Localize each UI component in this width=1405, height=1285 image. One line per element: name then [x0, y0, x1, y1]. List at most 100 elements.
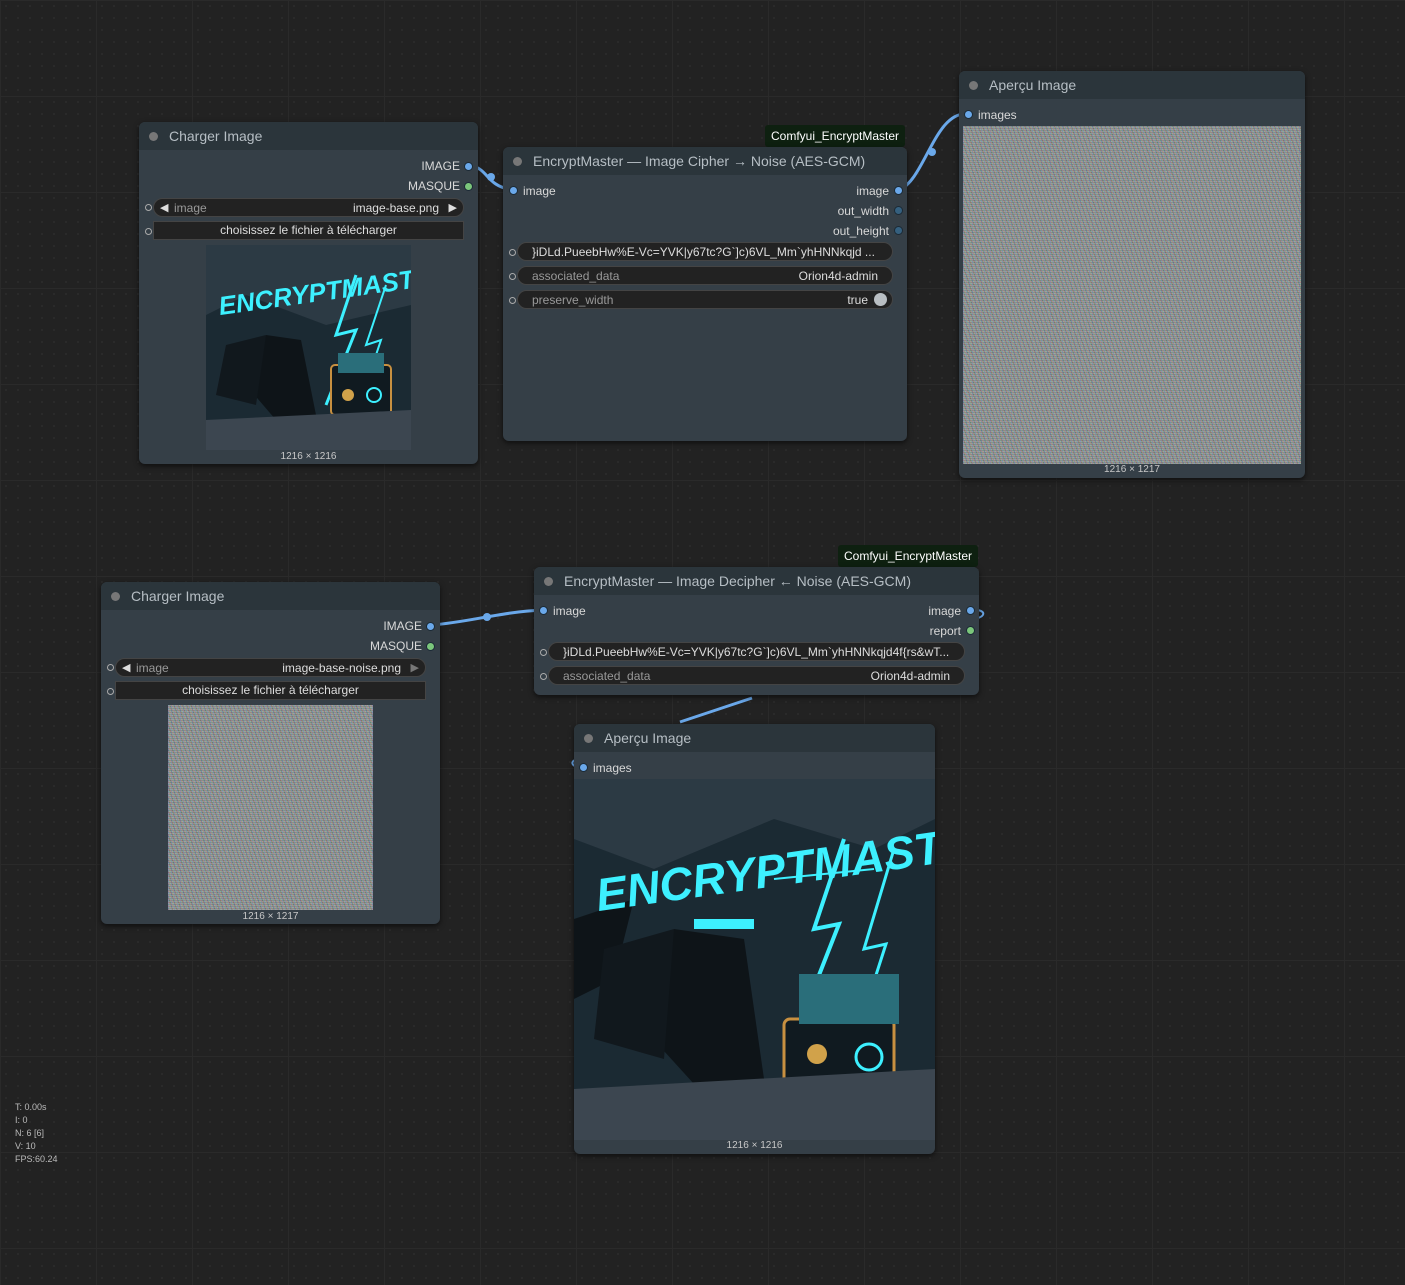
preserve-width-toggle[interactable]: preserve_width true — [517, 290, 893, 309]
output-mask-slot[interactable] — [464, 182, 473, 191]
image-select[interactable]: ◀ image image-base-noise.png ▶ — [115, 658, 426, 677]
node-load-image-2[interactable]: Charger Image IMAGE MASQUE ◀ image image… — [101, 582, 440, 924]
widget-input-dot[interactable] — [509, 297, 516, 304]
node-title-bar[interactable]: Aperçu Image — [959, 71, 1305, 99]
image-size-caption: 1216 × 1217 — [1104, 464, 1160, 475]
widget-input-dot[interactable] — [509, 273, 516, 280]
node-title: Charger Image — [131, 588, 225, 604]
output-width-slot[interactable] — [894, 206, 903, 215]
widget-input-dot[interactable] — [107, 664, 114, 671]
node-badge: Comfyui_EncryptMaster — [838, 545, 979, 567]
output-height-label: out_height — [832, 224, 889, 238]
output-report-label: report — [929, 624, 961, 638]
node-title: Aperçu Image — [604, 730, 692, 746]
preview-image: ENCRYPTMASTER — [206, 245, 411, 450]
widget-input-dot[interactable] — [145, 204, 152, 211]
node-preview-image-2[interactable]: Aperçu Image images ENCRYPTMASTER 1216 ×… — [574, 724, 935, 1154]
collapse-dot-icon[interactable] — [149, 132, 158, 141]
stat-fps: FPS:60.24 — [15, 1154, 58, 1164]
preview-decrypted-image: ENCRYPTMASTER — [574, 779, 935, 1140]
widget-value: Orion4d-admin — [870, 669, 950, 683]
output-mask-label: MASQUE — [407, 179, 460, 193]
toggle-knob-icon[interactable] — [874, 293, 887, 306]
widget-label: preserve_width — [532, 293, 614, 307]
widget-input-dot[interactable] — [540, 673, 547, 680]
stat-v: V: 10 — [15, 1141, 36, 1151]
output-height-slot[interactable] — [894, 226, 903, 235]
node-title-bar[interactable]: Charger Image — [101, 582, 440, 610]
key-field[interactable]: }iDLd.PueebHw%E-Vc=YVK|y67tc?G`]c)6VL_Mm… — [548, 642, 965, 661]
input-image-label: image — [523, 184, 556, 198]
key-value: }iDLd.PueebHw%E-Vc=YVK|y67tc?G`]c)6VL_Mm… — [532, 245, 875, 259]
upload-button[interactable]: choisissez le fichier à télécharger — [153, 221, 464, 240]
collapse-dot-icon[interactable] — [969, 81, 978, 90]
image-size-caption: 1216 × 1216 — [280, 451, 337, 462]
input-image-label: image — [553, 604, 586, 618]
image-size-caption: 1216 × 1217 — [242, 911, 299, 922]
node-title: EncryptMaster — Image Decipher ← Noise (… — [564, 573, 911, 589]
stat-nodes: N: 6 [6] — [15, 1128, 45, 1138]
artwork-svg: ENCRYPTMASTER — [574, 779, 935, 1140]
widget-label: image — [174, 201, 207, 215]
input-images-slot[interactable] — [964, 110, 973, 119]
input-images-label: images — [593, 761, 632, 775]
node-load-image-1[interactable]: Charger Image IMAGE MASQUE ◀ image image… — [139, 122, 478, 464]
node-title-bar[interactable]: Charger Image — [139, 122, 478, 150]
widget-value: Orion4d-admin — [798, 269, 878, 283]
node-title-bar[interactable]: EncryptMaster — Image Decipher ← Noise (… — [534, 567, 979, 595]
key-field[interactable]: }iDLd.PueebHw%E-Vc=YVK|y67tc?G`]c)6VL_Mm… — [517, 242, 893, 261]
associated-data-field[interactable]: associated_data Orion4d-admin — [548, 666, 965, 685]
collapse-dot-icon[interactable] — [111, 592, 120, 601]
widget-input-dot[interactable] — [509, 249, 516, 256]
widget-input-dot[interactable] — [540, 649, 547, 656]
collapse-dot-icon[interactable] — [584, 734, 593, 743]
node-image-cipher[interactable]: EncryptMaster — Image Cipher → Noise (AE… — [503, 147, 907, 441]
node-title-bar[interactable]: Aperçu Image — [574, 724, 935, 752]
output-image-label: IMAGE — [383, 619, 422, 633]
collapse-dot-icon[interactable] — [513, 157, 522, 166]
image-select[interactable]: ◀ image image-base.png ▶ — [153, 198, 464, 217]
arrow-right-icon[interactable]: ▶ — [411, 661, 419, 674]
output-width-label: out_width — [837, 204, 889, 218]
arrow-left-icon[interactable]: ◀ — [122, 661, 130, 674]
output-mask-slot[interactable] — [426, 642, 435, 651]
image-size-caption: 1216 × 1216 — [726, 1140, 783, 1151]
upload-button[interactable]: choisissez le fichier à télécharger — [115, 681, 426, 700]
stat-i: I: 0 — [15, 1115, 28, 1125]
widget-input-dot[interactable] — [107, 688, 114, 695]
output-image-slot[interactable] — [894, 186, 903, 195]
key-value: }iDLd.PueebHw%E-Vc=YVK|y67tc?G`]c)6VL_Mm… — [563, 645, 950, 659]
output-image-slot[interactable] — [464, 162, 473, 171]
widget-label: image — [136, 661, 169, 675]
node-title: EncryptMaster — Image Cipher → Noise (AE… — [533, 153, 866, 169]
widget-value: true — [847, 293, 868, 307]
node-badge: Comfyui_EncryptMaster — [765, 125, 906, 147]
widget-label: associated_data — [532, 269, 620, 283]
arrow-left-icon[interactable]: ◀ — [160, 201, 168, 214]
stat-time: T: 0.00s — [15, 1102, 47, 1112]
output-image-label: image — [928, 604, 961, 618]
render-stats: T: 0.00s I: 0 N: 6 [6] V: 10 FPS:60.24 — [15, 1101, 58, 1166]
node-title: Aperçu Image — [989, 77, 1077, 93]
output-report-slot[interactable] — [966, 626, 975, 635]
node-image-decipher[interactable]: EncryptMaster — Image Decipher ← Noise (… — [534, 567, 979, 695]
arrow-right-icon[interactable]: ▶ — [449, 201, 457, 214]
associated-data-field[interactable]: associated_data Orion4d-admin — [517, 266, 893, 285]
collapse-dot-icon[interactable] — [544, 577, 553, 586]
output-image-label: IMAGE — [421, 159, 460, 173]
input-image-slot[interactable] — [539, 606, 548, 615]
node-title-bar[interactable]: EncryptMaster — Image Cipher → Noise (AE… — [503, 147, 907, 175]
node-title: Charger Image — [169, 128, 263, 144]
input-image-slot[interactable] — [509, 186, 518, 195]
preview-noise-image — [963, 126, 1301, 464]
input-images-slot[interactable] — [579, 763, 588, 772]
preview-noise-image — [168, 705, 373, 910]
node-preview-image-1[interactable]: Aperçu Image images 1216 × 1217 — [959, 71, 1305, 478]
output-image-slot[interactable] — [426, 622, 435, 631]
output-image-slot[interactable] — [966, 606, 975, 615]
widget-label: associated_data — [563, 669, 651, 683]
widget-value: image-base.png — [352, 201, 439, 215]
input-images-label: images — [978, 108, 1017, 122]
widget-input-dot[interactable] — [145, 228, 152, 235]
output-image-label: image — [856, 184, 889, 198]
